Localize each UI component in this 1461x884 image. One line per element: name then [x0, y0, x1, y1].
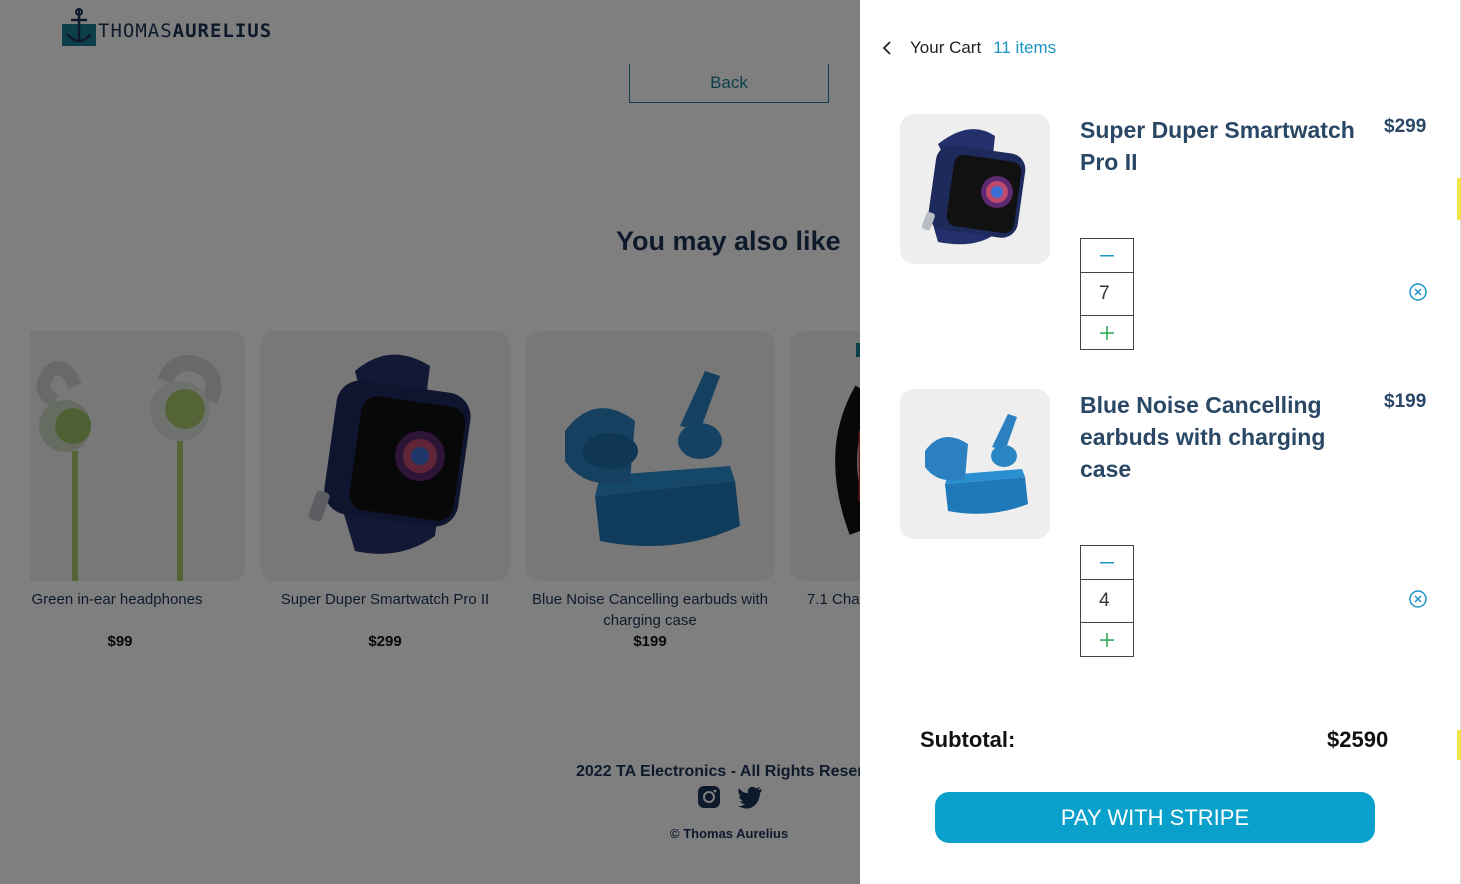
increase-quantity-button[interactable]: [1080, 622, 1134, 657]
close-circle-icon: [1409, 590, 1427, 608]
minus-icon: [1100, 561, 1114, 563]
plus-icon: [1100, 632, 1114, 647]
quantity-value: 4: [1080, 580, 1134, 622]
cart-item-price: $199: [1384, 391, 1427, 412]
product-image: [900, 114, 1050, 264]
cart-drawer: Your Cart 11 items Super Duper Smartwatc…: [860, 0, 1461, 884]
decrease-quantity-button[interactable]: [1080, 238, 1134, 273]
quantity-stepper: 7: [1080, 238, 1134, 350]
cart-item-count: 11 items: [993, 38, 1057, 57]
chevron-left-icon[interactable]: [882, 37, 902, 59]
cart-item-name: Super Duper Smartwatch Pro II: [1080, 117, 1355, 175]
remove-item-button[interactable]: [1408, 282, 1428, 302]
subtotal-label: Subtotal:: [920, 727, 1016, 752]
subtotal-value: $2590: [1327, 727, 1389, 752]
pay-with-stripe-button[interactable]: PAY WITH STRIPE: [935, 792, 1375, 843]
decrease-quantity-button[interactable]: [1080, 545, 1134, 580]
cart-item: Super Duper Smartwatch Pro II $299 7: [900, 114, 1440, 354]
cart-item-price: $299: [1384, 116, 1427, 137]
cart-item-name: Blue Noise Cancelling earbuds with charg…: [1080, 392, 1326, 482]
edge-accent: [1457, 178, 1461, 220]
remove-item-button[interactable]: [1408, 589, 1428, 609]
cart-header: Your Cart 11 items: [882, 37, 1056, 59]
edge-accent: [1457, 730, 1461, 760]
increase-quantity-button[interactable]: [1080, 315, 1134, 350]
minus-icon: [1100, 254, 1114, 256]
quantity-stepper: 4: [1080, 545, 1134, 657]
cart-title: Your Cart: [910, 38, 982, 57]
product-image: [900, 389, 1050, 539]
cart-item: Blue Noise Cancelling earbuds with charg…: [900, 389, 1440, 659]
plus-icon: [1100, 325, 1114, 340]
quantity-value: 7: [1080, 273, 1134, 315]
modal-overlay[interactable]: [0, 0, 860, 884]
close-circle-icon: [1409, 283, 1427, 301]
